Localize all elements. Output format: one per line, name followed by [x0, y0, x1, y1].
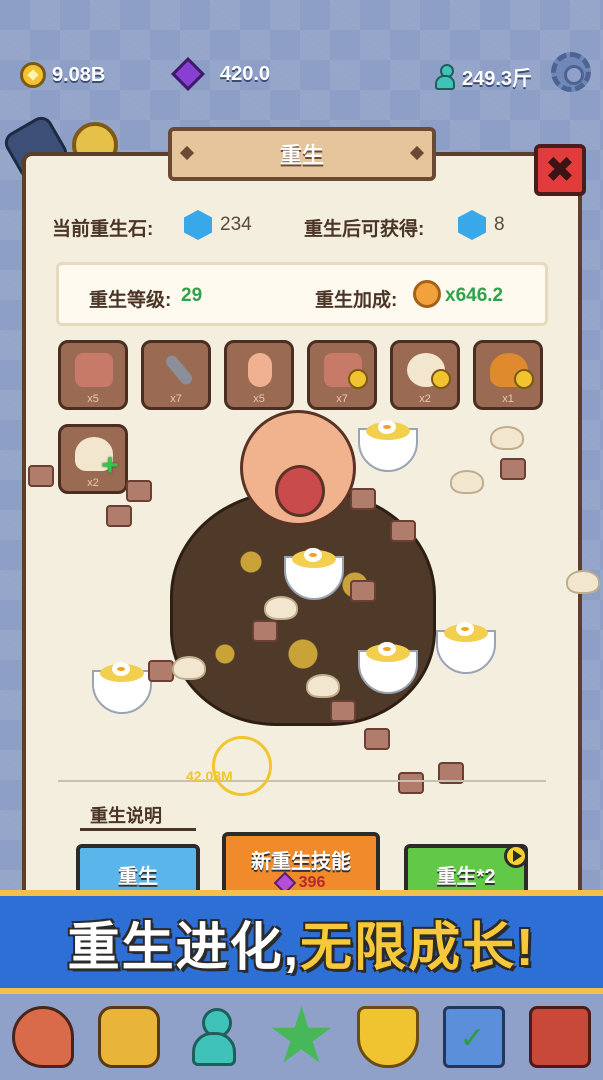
progress-knob [212, 736, 272, 796]
bonus-value: x646.2 [445, 285, 504, 306]
level-label: 重生等级: [89, 290, 172, 311]
skill-count: x7 [336, 393, 348, 405]
skill-item-spatula[interactable]: x7 [141, 340, 211, 410]
meat-icon[interactable] [12, 1006, 75, 1068]
new-skill-cost: 396 [273, 871, 326, 894]
meat-cube-icon [28, 465, 54, 487]
skill-item-tap[interactable]: x5 [224, 340, 294, 410]
meat-cube-icon [106, 505, 132, 527]
meat-cube-icon [364, 728, 390, 750]
skill-item-meat[interactable]: x5 [58, 340, 128, 410]
meat-cube-icon [252, 620, 278, 642]
coin-badge-icon [431, 369, 451, 389]
skill-count: x7 [170, 393, 182, 405]
explain-underline [80, 828, 196, 831]
bun-icon [566, 570, 600, 594]
bun-icon [450, 470, 484, 494]
skill-count: x5 [87, 393, 99, 405]
purple-gem-icon [171, 57, 205, 91]
meat-cube-icon [148, 660, 174, 682]
video-play-icon [504, 844, 528, 868]
coin-badge-icon [514, 369, 534, 389]
rebirth-explain-link[interactable]: 重生说明 [90, 802, 162, 828]
star-icon[interactable] [271, 1006, 332, 1063]
skill-count: x2 [87, 477, 99, 489]
close-icon: ✖ [544, 149, 576, 190]
rebirth-level-box: 重生等级: 29 重生加成: x646.2 [56, 262, 548, 326]
top-resource-bar: 9.08B 420.0 249.3斤 [0, 48, 603, 108]
skill-item-meat-coin[interactable]: x7 [307, 340, 377, 410]
meat-cube-icon [330, 700, 356, 722]
meat-cubes-icon [75, 353, 113, 387]
meat-cube-icon [126, 480, 152, 502]
meat-cube-icon [350, 488, 376, 510]
skill-count: x2 [419, 393, 431, 405]
rebirth-double-label: 重生*2 [436, 865, 496, 888]
banner-text: 重生进化,无限成长! [68, 905, 536, 980]
skill-item-dumpling[interactable]: + x2 [58, 424, 128, 494]
level-value: 29 [181, 285, 203, 306]
blue-stone-icon [184, 210, 212, 240]
character-mouth [275, 465, 325, 517]
meat-cube-icon [500, 458, 526, 480]
promo-banner: 重生进化,无限成长! [0, 890, 603, 994]
task-clipboard-icon[interactable] [442, 1006, 505, 1068]
progress-track [58, 780, 546, 782]
gem-counter: 420.0 [171, 57, 271, 91]
tap-hand-icon [248, 353, 272, 387]
shop-icon[interactable] [528, 1006, 591, 1068]
meat-cube-icon [390, 520, 416, 542]
blue-stone-icon [458, 210, 486, 240]
gem-value: 420.0 [220, 62, 271, 85]
character-icon[interactable] [184, 1006, 246, 1068]
bottom-navigation [0, 994, 603, 1080]
gain-label: 重生后可获得: [304, 219, 425, 240]
fist-icon[interactable] [98, 1006, 161, 1068]
bun-icon [264, 596, 298, 620]
coin-icon [20, 62, 46, 88]
skill-item-bun[interactable]: x2 [390, 340, 460, 410]
person-icon [434, 63, 456, 90]
meat-cube-icon [350, 580, 376, 602]
close-button[interactable]: ✖ [534, 144, 586, 196]
skill-count: x5 [253, 393, 265, 405]
current-stone-label: 当前重生石: [52, 219, 154, 240]
bun-icon [306, 674, 340, 698]
skill-count: x1 [502, 393, 514, 405]
trophy-icon[interactable] [356, 1006, 419, 1068]
gain-value: 8 [494, 214, 505, 235]
bun-icon [172, 656, 206, 680]
skill-item-chicken[interactable]: x1 [473, 340, 543, 410]
progress-text: 42.03M [186, 768, 233, 784]
plus-icon: + [101, 449, 119, 482]
meat-cube-icon [398, 772, 424, 794]
panel-title: 重生 [168, 127, 436, 181]
weight-counter: 249.3斤 [434, 62, 532, 91]
rebirth-stone-row: 当前重生石: 234 重生后可获得: 8 [52, 210, 552, 244]
new-skill-label: 新重生技能 [251, 850, 351, 873]
coin-badge-icon [348, 369, 368, 389]
bun-icon [490, 426, 524, 450]
coin-value: 9.08B [52, 63, 106, 86]
new-skill-cost-value: 396 [298, 873, 326, 891]
current-stone-value: 234 [220, 214, 252, 235]
banner-part1: 重生进化, [67, 918, 301, 977]
settings-gear-icon[interactable] [551, 52, 591, 92]
bonus-coin-icon [413, 280, 441, 308]
coin-counter: 9.08B [20, 62, 105, 88]
bonus-label: 重生加成: [315, 290, 398, 311]
weight-value: 249.3斤 [462, 68, 533, 90]
spatula-icon [163, 353, 195, 387]
banner-part2: 无限成长! [300, 918, 536, 977]
